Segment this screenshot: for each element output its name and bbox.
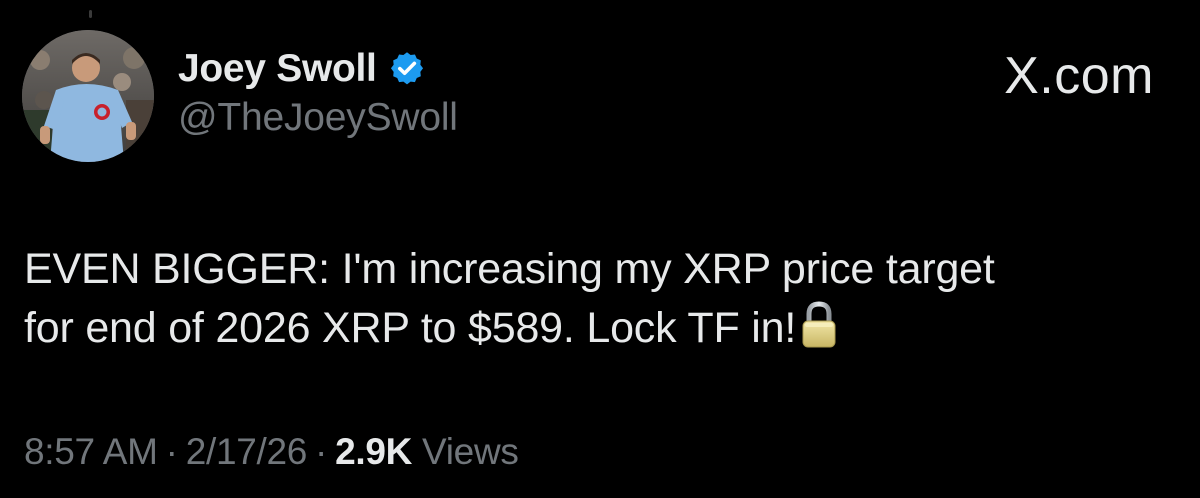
author-name-row[interactable]: Joey Swoll	[178, 42, 425, 94]
tweet-text-line: EVEN BIGGER: I'm increasing my XRP price…	[24, 240, 1154, 299]
lock-icon	[800, 300, 838, 350]
brand-logo: X.com	[1004, 47, 1154, 105]
tweet-time[interactable]: 8:57 AM	[24, 431, 158, 472]
tweet-date[interactable]: 2/17/26	[186, 431, 308, 472]
tweet-text-line-1: EVEN BIGGER: I'm increasing my XRP price…	[24, 245, 995, 293]
avatar[interactable]	[22, 30, 154, 162]
tweet-text-line: for end of 2026 XRP to $589. Lock TF in!	[24, 299, 1154, 358]
verified-badge-icon	[389, 50, 425, 86]
meta-separator: ·	[165, 431, 178, 472]
tweet-card: Joey Swoll @TheJoeySwoll X.com EVEN BIGG…	[0, 0, 1200, 498]
tweet-text: EVEN BIGGER: I'm increasing my XRP price…	[24, 240, 1154, 358]
avatar-photo-icon	[22, 30, 154, 162]
divider	[89, 10, 92, 18]
views-count: 2.9K	[335, 431, 413, 472]
views-label: Views	[422, 431, 519, 472]
display-name[interactable]: Joey Swoll	[178, 49, 377, 88]
tweet-text-line-2: for end of 2026 XRP to $589. Lock TF in!	[24, 304, 797, 352]
tweet-meta: 8:57 AM · 2/17/26 · 2.9K Views	[24, 431, 519, 473]
meta-separator: ·	[315, 431, 328, 472]
author-handle[interactable]: @TheJoeySwoll	[178, 96, 458, 140]
